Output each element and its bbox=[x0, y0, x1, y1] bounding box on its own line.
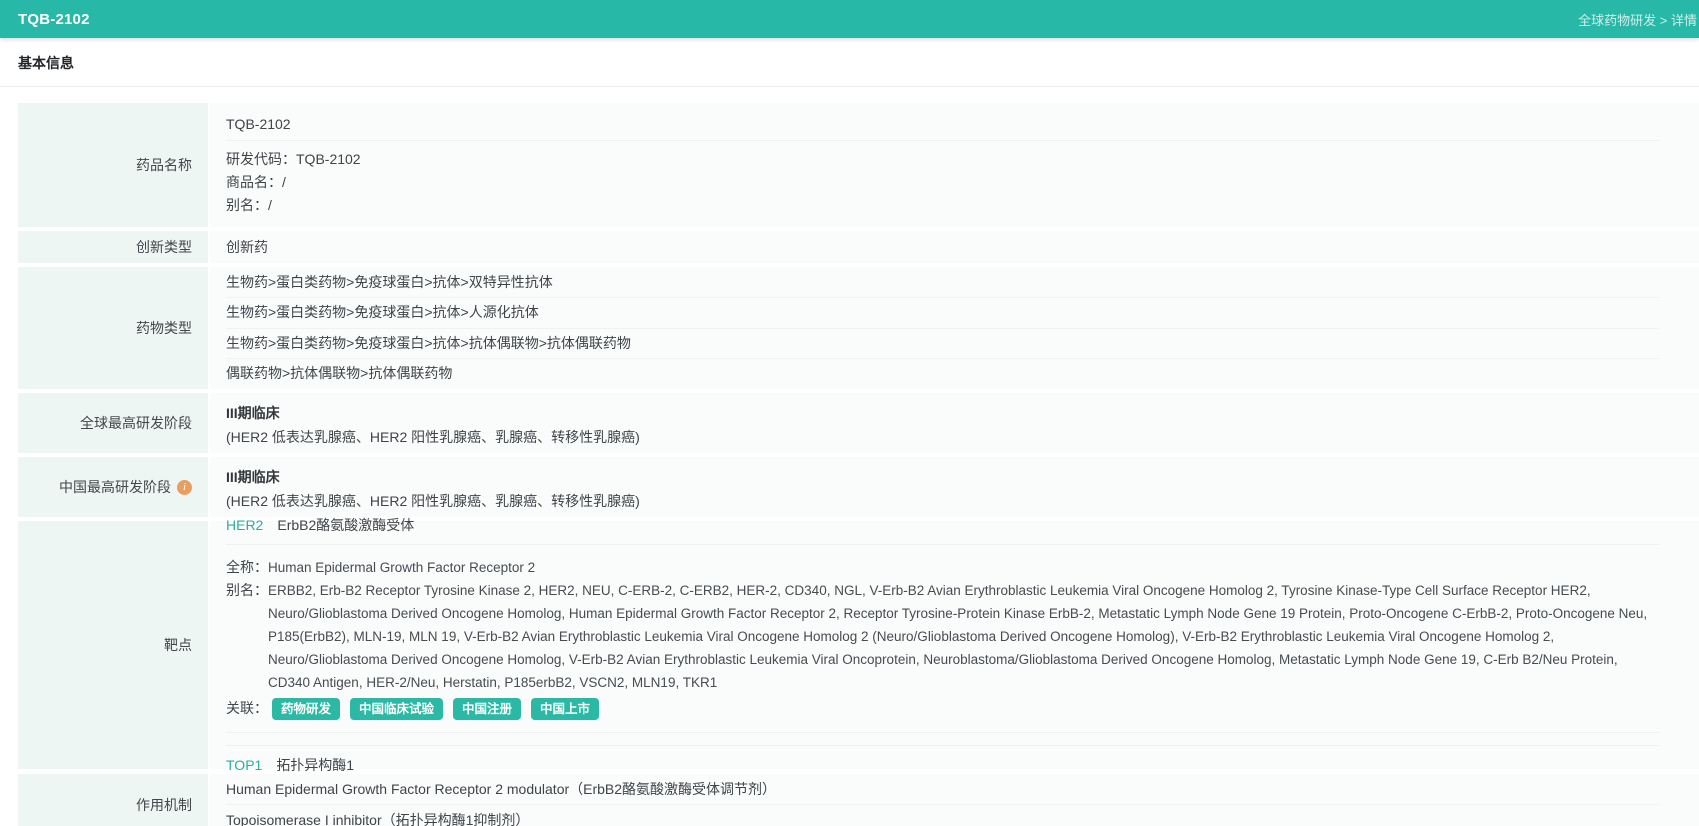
target-her2-link[interactable]: HER2 bbox=[226, 517, 263, 533]
badge-china-clinical-trial[interactable]: 中国临床试验 bbox=[350, 697, 444, 720]
full-name-value: Human Epidermal Growth Factor Receptor 2 bbox=[268, 560, 536, 575]
badge-china-marketed[interactable]: 中国上市 bbox=[531, 697, 600, 720]
drug-type-item: 偶联药物>抗体偶联物>抗体偶联药物 bbox=[226, 365, 453, 381]
row-innovation-type: 创新类型 创新药 bbox=[18, 231, 1699, 263]
app-header: TQB-2102 全球药物研发 > 详情 bbox=[0, 0, 1699, 38]
page-title: TQB-2102 bbox=[18, 10, 90, 28]
alias-label: 别名： bbox=[226, 582, 268, 598]
row-label-global-stage: 全球最高研发阶段 bbox=[18, 393, 210, 453]
mechanism-item: Human Epidermal Growth Factor Receptor 2… bbox=[226, 774, 1659, 805]
china-stage-phase: III期临床 bbox=[226, 468, 280, 485]
row-drug-name: 药品名称 TQB-2102 研发代码：TQB-2102 商品名：/ 别名：/ bbox=[18, 103, 1699, 227]
target-her2-details: 全称： Human Epidermal Growth Factor Recept… bbox=[226, 545, 1659, 733]
target-her2-name: ErbB2酪氨酸激酶受体 bbox=[277, 517, 415, 533]
target-her2-header: HER2 ErbB2酪氨酸激酶受体 bbox=[226, 506, 1659, 545]
drug-alias: 别名：/ bbox=[226, 196, 272, 213]
row-label-china-stage: 中国最高研发阶段 i bbox=[18, 457, 210, 517]
row-global-stage: 全球最高研发阶段 III期临床 (HER2 低表达乳腺癌、HER2 阳性乳腺癌、… bbox=[18, 393, 1699, 453]
section-title-bar: 基本信息 bbox=[0, 38, 1699, 87]
related-label: 关联： bbox=[226, 700, 268, 716]
drug-rd-code: 研发代码：TQB-2102 bbox=[226, 150, 361, 167]
row-targets: 靶点 HER2 ErbB2酪氨酸激酶受体 全称： Human Epidermal… bbox=[18, 517, 1699, 773]
related-badges: 药物研发 中国临床试验 中国注册 中国上市 bbox=[272, 697, 600, 720]
drug-trade-name: 商品名：/ bbox=[226, 173, 286, 190]
target-top1-link[interactable]: TOP1 bbox=[226, 757, 262, 773]
global-stage-phase: III期临床 bbox=[226, 404, 280, 421]
drug-type-item: 生物药>蛋白类药物>免疫球蛋白>抗体>双特异性抗体 bbox=[226, 268, 1659, 298]
drug-type-item: 生物药>蛋白类药物>免疫球蛋白>抗体>人源化抗体 bbox=[226, 298, 1659, 329]
drug-type-item: 生物药>蛋白类药物>免疫球蛋白>抗体>抗体偶联物>抗体偶联药物 bbox=[226, 329, 1659, 359]
badge-china-registration[interactable]: 中国注册 bbox=[453, 697, 522, 720]
row-mechanism: 作用机制 Human Epidermal Growth Factor Recep… bbox=[18, 773, 1699, 826]
breadcrumb[interactable]: 全球药物研发 > 详情 bbox=[1578, 10, 1699, 29]
global-stage-indications: (HER2 低表达乳腺癌、HER2 阳性乳腺癌、乳腺癌、转移性乳腺癌) bbox=[226, 428, 640, 445]
info-icon[interactable]: i bbox=[177, 479, 192, 495]
alias-value: ERBB2, Erb-B2 Receptor Tyrosine Kinase 2… bbox=[268, 583, 1648, 690]
target-top1-name: 拓扑异构酶1 bbox=[276, 757, 355, 773]
row-drug-type: 药物类型 生物药>蛋白类药物>免疫球蛋白>抗体>双特异性抗体 生物药>蛋白类药物… bbox=[18, 267, 1699, 389]
row-label-innovation-type: 创新类型 bbox=[18, 231, 210, 263]
row-label-mechanism: 作用机制 bbox=[18, 774, 210, 826]
full-name-label: 全称： bbox=[226, 559, 268, 575]
row-label-targets: 靶点 bbox=[18, 521, 210, 769]
drug-name-details: 研发代码：TQB-2102 商品名：/ 别名：/ bbox=[226, 141, 1659, 223]
drug-primary-name: TQB-2102 bbox=[226, 108, 1659, 141]
innovation-type-value: 创新药 bbox=[226, 239, 268, 255]
china-stage-label-text: 中国最高研发阶段 bbox=[59, 479, 171, 495]
basic-info-table: 药品名称 TQB-2102 研发代码：TQB-2102 商品名：/ 别名：/ 创… bbox=[0, 87, 1699, 826]
row-label-drug-type: 药物类型 bbox=[18, 267, 210, 389]
mechanism-item: Topoisomerase I inhibitor（拓扑异构酶1抑制剂） bbox=[226, 812, 530, 826]
section-title: 基本信息 bbox=[18, 55, 74, 71]
badge-drug-rd[interactable]: 药物研发 bbox=[272, 697, 341, 720]
row-label-drug-name: 药品名称 bbox=[18, 103, 210, 227]
